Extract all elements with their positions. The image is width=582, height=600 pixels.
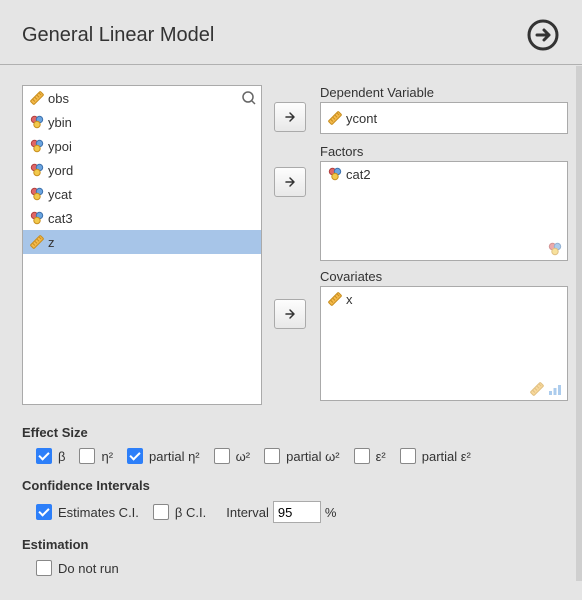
epsilon2-checkbox[interactable] (354, 448, 370, 464)
dependent-box[interactable]: ycont (320, 102, 568, 134)
do-not-run-checkbox[interactable] (36, 560, 52, 576)
variable-item-label: ybin (48, 115, 72, 130)
header: General Linear Model (0, 0, 582, 65)
dependent-label: Dependent Variable (320, 85, 568, 100)
partial_omega2-checkbox[interactable] (264, 448, 280, 464)
nominal-icon (29, 162, 45, 178)
epsilon2-label: ε² (376, 449, 386, 464)
factors-item[interactable]: cat2 (321, 162, 567, 186)
partial_eta2-checkbox[interactable] (127, 448, 143, 464)
variable-item-ypoi[interactable]: ypoi (23, 134, 261, 158)
estimates-ci-checkbox[interactable] (36, 504, 52, 520)
variable-item-label: obs (48, 91, 69, 106)
partial_epsilon2-label: partial ε² (422, 449, 471, 464)
eta2-label: η² (101, 449, 113, 464)
nominal-icon (29, 114, 45, 130)
nominal-icon (29, 210, 45, 226)
beta-ci-checkbox[interactable] (153, 504, 169, 520)
estimates-ci-label: Estimates C.I. (58, 505, 139, 520)
variable-item-ybin[interactable]: ybin (23, 110, 261, 134)
covariates-permitted-icons (529, 381, 563, 397)
dependent-item[interactable]: ycont (321, 103, 567, 133)
eta2-checkbox[interactable] (79, 448, 95, 464)
factors-permitted-icons (547, 241, 563, 257)
nominal-icon (29, 186, 45, 202)
interval-label: Interval (226, 505, 269, 520)
proceed-button[interactable] (526, 18, 560, 52)
ruler-icon (327, 291, 343, 307)
variable-list[interactable]: obs ybin ypoi yord ycat cat3 z (22, 85, 262, 405)
do-not-run-label: Do not run (58, 561, 119, 576)
arrow-right-circle-icon (526, 18, 560, 52)
partial_eta2-label: partial η² (149, 449, 200, 464)
arrow-right-icon (283, 307, 297, 321)
dependent-item-label: ycont (346, 111, 377, 126)
partial_omega2-label: partial ω² (286, 449, 340, 464)
arrow-right-icon (283, 110, 297, 124)
effect-size-heading: Effect Size (22, 425, 568, 440)
move-to-dependent-button[interactable] (274, 102, 306, 132)
variable-item-z[interactable]: z (23, 230, 261, 254)
confidence-heading: Confidence Intervals (22, 478, 568, 493)
nominal-icon (327, 166, 343, 182)
beta-checkbox[interactable] (36, 448, 52, 464)
estimation-section: Estimation Do not run (22, 537, 568, 576)
factors-label: Factors (320, 144, 568, 159)
partial_epsilon2-checkbox[interactable] (400, 448, 416, 464)
page-title: General Linear Model (22, 24, 214, 47)
variable-item-label: yord (48, 163, 73, 178)
variable-item-label: cat3 (48, 211, 73, 226)
omega2-label: ω² (236, 449, 250, 464)
variable-item-label: ypoi (48, 139, 72, 154)
effect-size-section: Effect Size β η² partial η² ω² partial ω² ε² p… (22, 425, 568, 464)
covariates-label: Covariates (320, 269, 568, 284)
variable-item-label: ycat (48, 187, 72, 202)
variable-item-label: z (48, 235, 55, 250)
interval-input[interactable] (273, 501, 321, 523)
variable-item-ycat[interactable]: ycat (23, 182, 261, 206)
beta-ci-label: β C.I. (175, 505, 206, 520)
arrow-right-icon (283, 175, 297, 189)
omega2-checkbox[interactable] (214, 448, 230, 464)
variable-item-obs[interactable]: obs (23, 86, 261, 110)
scrollbar[interactable] (576, 66, 582, 581)
ruler-icon (29, 90, 45, 106)
variable-item-yord[interactable]: yord (23, 158, 261, 182)
nominal-icon (29, 138, 45, 154)
covariates-item-label: x (346, 292, 353, 307)
covariates-item[interactable]: x (321, 287, 567, 311)
beta-label: β (58, 449, 65, 464)
move-buttons-column (274, 85, 308, 405)
factors-item-label: cat2 (346, 167, 371, 182)
covariates-box[interactable]: x (320, 286, 568, 401)
ruler-icon (29, 234, 45, 250)
interval-unit: % (325, 505, 337, 520)
estimation-heading: Estimation (22, 537, 568, 552)
search-icon[interactable] (241, 90, 257, 109)
ruler-icon (327, 110, 343, 126)
variable-item-cat3[interactable]: cat3 (23, 206, 261, 230)
factors-box[interactable]: cat2 (320, 161, 568, 261)
move-to-covariates-button[interactable] (274, 299, 306, 329)
confidence-section: Confidence Intervals Estimates C.I. β C.… (22, 478, 568, 523)
move-to-factors-button[interactable] (274, 167, 306, 197)
